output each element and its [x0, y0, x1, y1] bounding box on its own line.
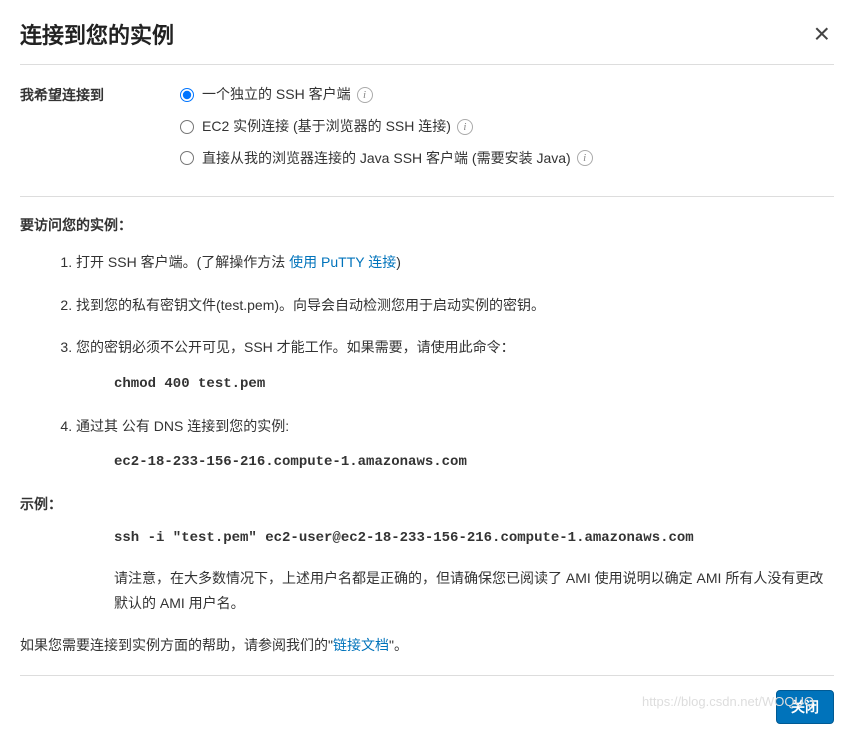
access-steps-list: 打开 SSH 客户端。(了解操作方法 使用 PuTTY 连接) 找到您的私有密钥…	[20, 251, 834, 473]
modal-footer: 关闭	[20, 675, 834, 724]
radio-input-standalone-ssh[interactable]	[180, 88, 194, 102]
step-find-key: 找到您的私有密钥文件(test.pem)。向导会自动检测您用于启动实例的密钥。	[76, 294, 834, 316]
radio-input-java-ssh[interactable]	[180, 151, 194, 165]
modal-title: 连接到您的实例	[20, 18, 174, 50]
step-text: 找到您的私有密钥文件(test.pem)。向导会自动检测您用于启动实例的密钥。	[76, 297, 545, 313]
radio-label: 直接从我的浏览器连接的 Java SSH 客户端 (需要安装 Java)	[202, 147, 571, 171]
step-connect-dns: 通过其 公有 DNS 连接到您的实例: ec2-18-233-156-216.c…	[76, 415, 834, 474]
radio-option-java-ssh[interactable]: 直接从我的浏览器连接的 Java SSH 客户端 (需要安装 Java) i	[180, 147, 834, 171]
help-suffix: "。	[389, 637, 408, 653]
help-prefix: 如果您需要连接到实例方面的帮助，请参阅我们的"	[20, 637, 333, 653]
radio-label: EC2 实例连接 (基于浏览器的 SSH 连接)	[202, 115, 451, 139]
connect-method-row: 我希望连接到 一个独立的 SSH 客户端 i EC2 实例连接 (基于浏览器的 …	[20, 83, 834, 178]
step-chmod: 您的密钥必须不公开可见，SSH 才能工作。如果需要，请使用此命令： chmod …	[76, 336, 834, 395]
modal-header: 连接到您的实例 ×	[20, 18, 834, 65]
example-section: 示例： ssh -i "test.pem" ec2-user@ec2-18-23…	[20, 494, 834, 616]
radio-input-ec2-connect[interactable]	[180, 120, 194, 134]
docs-link[interactable]: 链接文档	[333, 637, 389, 653]
step-open-ssh: 打开 SSH 客户端。(了解操作方法 使用 PuTTY 连接)	[76, 251, 834, 273]
chmod-code: chmod 400 test.pem	[114, 373, 834, 395]
example-note: 请注意，在大多数情况下，上述用户名都是正确的，但请确保您已阅读了 AMI 使用说…	[114, 566, 834, 616]
connect-label: 我希望连接到	[20, 83, 180, 105]
close-button[interactable]: 关闭	[776, 690, 834, 724]
radio-option-standalone-ssh[interactable]: 一个独立的 SSH 客户端 i	[180, 83, 834, 107]
radio-option-ec2-connect[interactable]: EC2 实例连接 (基于浏览器的 SSH 连接) i	[180, 115, 834, 139]
step-text: 通过其 公有 DNS 连接到您的实例:	[76, 418, 289, 434]
help-text: 如果您需要连接到实例方面的帮助，请参阅我们的"链接文档"。	[20, 634, 834, 656]
info-icon[interactable]: i	[577, 150, 593, 166]
connect-instance-modal: 连接到您的实例 × 我希望连接到 一个独立的 SSH 客户端 i EC2 实例连…	[0, 0, 854, 738]
dns-code: ec2-18-233-156-216.compute-1.amazonaws.c…	[114, 451, 834, 473]
step-text-suffix: )	[396, 254, 401, 270]
connect-radio-group: 一个独立的 SSH 客户端 i EC2 实例连接 (基于浏览器的 SSH 连接)…	[180, 83, 834, 178]
close-icon[interactable]: ×	[810, 20, 834, 48]
radio-label: 一个独立的 SSH 客户端	[202, 83, 351, 107]
access-section-title: 要访问您的实例：	[20, 215, 834, 235]
ssh-example-code: ssh -i "test.pem" ec2-user@ec2-18-233-15…	[114, 530, 834, 546]
divider	[20, 196, 834, 197]
putty-link[interactable]: 使用 PuTTY 连接	[289, 254, 396, 270]
example-label: 示例：	[20, 494, 834, 514]
step-text: 您的密钥必须不公开可见，SSH 才能工作。如果需要，请使用此命令：	[76, 339, 515, 355]
info-icon[interactable]: i	[457, 119, 473, 135]
step-text-prefix: 打开 SSH 客户端。(了解操作方法	[76, 254, 289, 270]
info-icon[interactable]: i	[357, 87, 373, 103]
